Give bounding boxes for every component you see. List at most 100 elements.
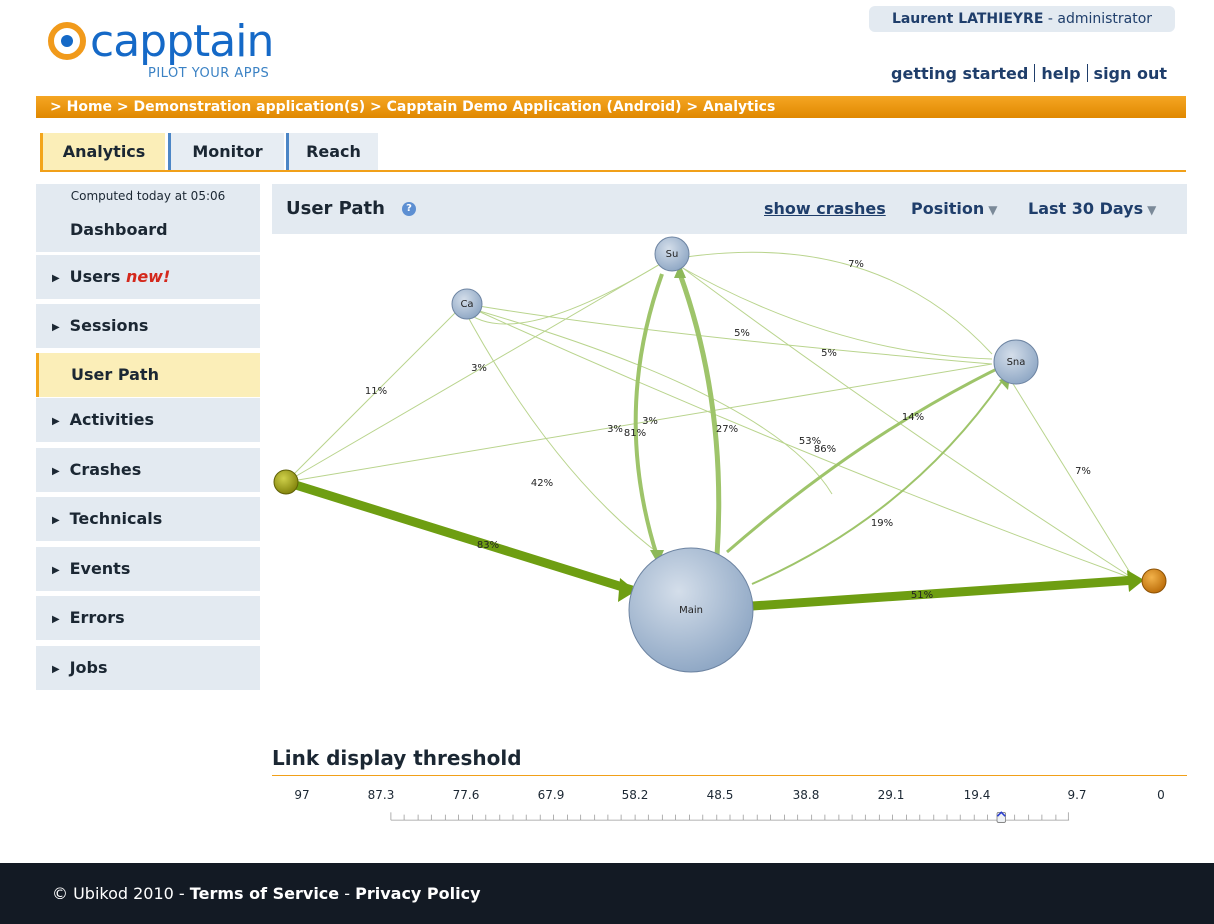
dropdown-caret-icon: ▼ [988, 203, 998, 217]
date-range-dropdown[interactable]: Last 30 Days ▼ [1028, 184, 1156, 235]
sidebar-item-errors[interactable]: ▶ Errors [36, 596, 260, 640]
computed-timestamp: Computed today at 05:06 [36, 184, 260, 208]
sidebar-item-sessions[interactable]: ▶ Sessions [36, 304, 260, 348]
graph-edge [466, 303, 993, 365]
tab-underline [40, 170, 1186, 172]
logo-wordmark: capptain [90, 16, 274, 67]
expand-arrow-icon: ▶ [52, 416, 60, 427]
edge-label: 86% [814, 444, 836, 455]
edge-label: 7% [1075, 466, 1091, 477]
sidebar-item-label: Crashes [69, 460, 142, 479]
tab-reach[interactable]: Reach [286, 133, 378, 171]
tick-label: 19.4 [963, 788, 991, 802]
page-title: User Path [286, 198, 385, 219]
edge-label: 3% [607, 424, 623, 435]
node-label: Ca [460, 299, 473, 310]
tab-monitor[interactable]: Monitor [168, 133, 284, 171]
graph-edge [726, 362, 1008, 554]
edge-label: 42% [531, 478, 553, 489]
slider-track[interactable] [294, 810, 1166, 824]
graph-edge [633, 273, 664, 557]
edge-label: 7% [848, 259, 864, 270]
terms-link[interactable]: Terms of Service [190, 884, 339, 903]
tick-label: 67.9 [537, 788, 565, 802]
edge-label: 5% [734, 328, 750, 339]
footer: © Ubikod 2010 - Terms of Service - Priva… [0, 863, 1214, 924]
graph-edge [284, 477, 634, 595]
copyright-text: © Ubikod 2010 - [52, 884, 185, 903]
tick-label: 0 [1157, 788, 1165, 802]
expand-arrow-icon: ▶ [52, 614, 60, 625]
sidebar-item-dashboard[interactable]: Dashboard [36, 208, 260, 252]
link-divider [1034, 64, 1036, 82]
help-icon[interactable]: ? [402, 202, 416, 216]
graph-edge [1006, 373, 1135, 580]
edge-arrowhead-icon [1127, 570, 1144, 592]
edge-label: 3% [642, 416, 658, 427]
expand-arrow-icon: ▶ [52, 273, 60, 284]
edge-label: 51% [911, 590, 933, 601]
tick-label: 48.5 [706, 788, 734, 802]
sidebar-item-activities[interactable]: ▶ Activities [36, 398, 260, 442]
footer-separator: - [344, 884, 351, 903]
expand-arrow-icon: ▶ [52, 322, 60, 333]
graph-edge [751, 373, 1008, 585]
edge-label: 83% [477, 540, 499, 551]
expand-arrow-icon: ▶ [52, 565, 60, 576]
tick-label: 77.6 [452, 788, 480, 802]
graph-node-end[interactable] [1141, 568, 1167, 594]
threshold-title: Link display threshold [272, 746, 522, 770]
position-label: Position [911, 199, 985, 218]
tick-label: 9.7 [1067, 788, 1087, 802]
edge-label: 14% [902, 412, 924, 423]
tick-label: 87.3 [367, 788, 395, 802]
expand-arrow-icon: ▶ [52, 664, 60, 675]
sidebar-item-label: Jobs [69, 658, 108, 677]
capptain-logo[interactable]: capptain PILOT YOUR APPS [40, 14, 300, 90]
threshold-divider [272, 775, 1187, 776]
sidebar-item-label: Users [69, 267, 121, 286]
graph-node-start[interactable] [273, 469, 299, 495]
sidebar-item-events[interactable]: ▶ Events [36, 547, 260, 591]
tab-analytics[interactable]: Analytics [40, 133, 165, 171]
sidebar-item-label: Dashboard [70, 220, 168, 239]
user-name[interactable]: Laurent LATHIEYRE [892, 11, 1043, 27]
graph-edge [751, 575, 1137, 611]
sidebar-item-label: Technicals [69, 509, 163, 528]
getting-started-link[interactable]: getting started [891, 64, 1028, 83]
date-range-label: Last 30 Days [1028, 199, 1144, 218]
position-dropdown[interactable]: Position ▼ [911, 184, 997, 235]
sidebar-item-label: User Path [71, 365, 159, 384]
threshold-slider[interactable]: 97 87.3 77.6 67.9 58.2 48.5 38.8 29.1 19… [294, 788, 1166, 828]
breadcrumb[interactable]: > Home > Demonstration application(s) > … [36, 96, 1186, 118]
edge-label: 81% [624, 428, 646, 439]
privacy-link[interactable]: Privacy Policy [355, 884, 480, 903]
show-crashes-link[interactable]: show crashes [764, 184, 886, 234]
sidebar-item-jobs[interactable]: ▶ Jobs [36, 646, 260, 690]
sidebar-item-users[interactable]: ▶ Users new! [36, 255, 260, 299]
sidebar-item-user-path[interactable]: User Path [36, 353, 260, 397]
top-links: getting started help sign out [891, 64, 1167, 83]
tick-label: 97 [294, 788, 310, 802]
tick-label: 29.1 [877, 788, 905, 802]
edge-label: 5% [821, 348, 837, 359]
sign-out-link[interactable]: sign out [1094, 64, 1167, 83]
sidebar-item-label: Sessions [69, 316, 149, 335]
node-label: Main [679, 605, 703, 616]
sidebar-item-label: Errors [69, 608, 125, 627]
sidebar-item-crashes[interactable]: ▶ Crashes [36, 448, 260, 492]
expand-arrow-icon: ▶ [52, 466, 60, 477]
edge-label: 27% [716, 424, 738, 435]
help-link[interactable]: help [1041, 64, 1080, 83]
link-divider [1086, 64, 1088, 82]
user-path-graph: Su Ca Sna Main 7% 5% 5% 3% 11% 3% 3% 81%… [273, 236, 1167, 673]
user-role: - administrator [1047, 11, 1153, 27]
user-badge[interactable]: Laurent LATHIEYRE - administrator [869, 6, 1175, 32]
sidebar-item-technicals[interactable]: ▶ Technicals [36, 497, 260, 541]
edge-label: 11% [365, 386, 387, 397]
slider-handle[interactable] [996, 811, 1006, 823]
node-label: Su [666, 249, 679, 260]
new-badge: new! [125, 267, 171, 286]
sidebar-item-label: Events [69, 559, 131, 578]
tick-label: 58.2 [621, 788, 649, 802]
